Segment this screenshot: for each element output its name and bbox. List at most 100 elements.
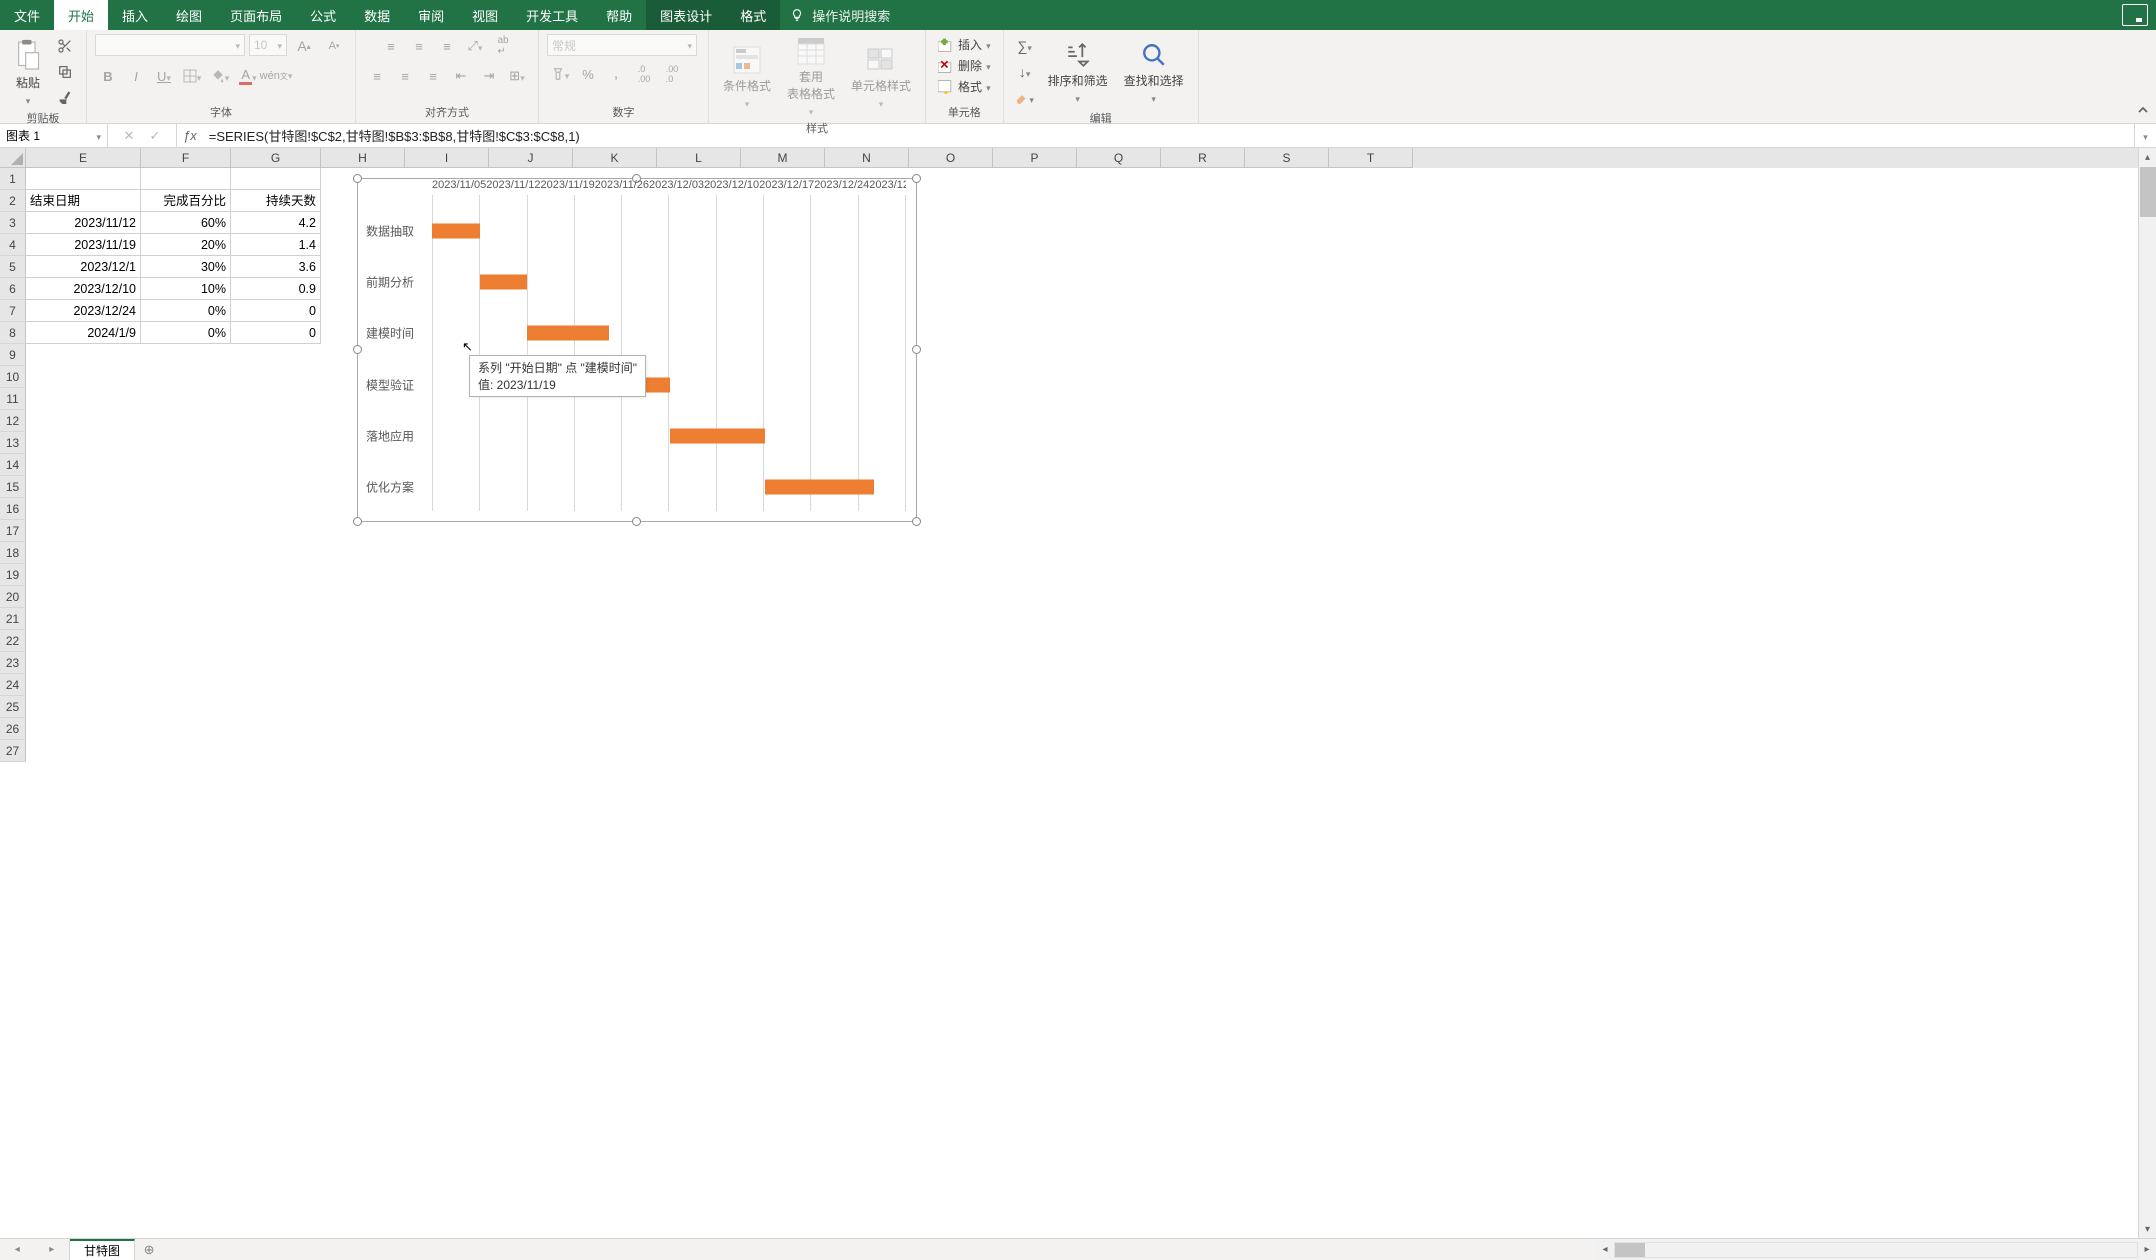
cell[interactable]	[1161, 432, 1245, 454]
cell-style-button[interactable]: 单元格样式	[845, 43, 917, 112]
cell[interactable]	[741, 608, 825, 630]
cell[interactable]	[825, 696, 909, 718]
cell[interactable]	[141, 366, 231, 388]
cell[interactable]	[1245, 520, 1329, 542]
col-header-I[interactable]: I	[405, 148, 489, 168]
row-header-7[interactable]: 7	[0, 300, 26, 322]
cell[interactable]	[1245, 454, 1329, 476]
cell[interactable]	[405, 542, 489, 564]
cell[interactable]	[231, 168, 321, 190]
cell[interactable]	[1077, 630, 1161, 652]
cell[interactable]	[141, 586, 231, 608]
cell[interactable]	[1329, 190, 1413, 212]
cell[interactable]	[741, 696, 825, 718]
cell[interactable]	[1245, 564, 1329, 586]
cell[interactable]	[1329, 454, 1413, 476]
cell[interactable]	[825, 542, 909, 564]
col-header-N[interactable]: N	[825, 148, 909, 168]
cell[interactable]	[1329, 256, 1413, 278]
cell[interactable]	[993, 366, 1077, 388]
cell[interactable]	[657, 586, 741, 608]
expand-fx-button[interactable]	[2134, 124, 2156, 147]
cell[interactable]	[1329, 234, 1413, 256]
align-left-button[interactable]: ≡	[364, 64, 390, 88]
cell[interactable]	[1077, 190, 1161, 212]
cell[interactable]	[909, 388, 993, 410]
cell[interactable]: 10%	[141, 278, 231, 300]
comma-button[interactable]: ,	[603, 62, 629, 86]
cell[interactable]	[26, 674, 141, 696]
cell[interactable]	[993, 234, 1077, 256]
cell[interactable]	[321, 608, 405, 630]
format-button[interactable]: 格式	[934, 76, 995, 97]
row-header-15[interactable]: 15	[0, 476, 26, 498]
cell[interactable]	[1329, 476, 1413, 498]
cell[interactable]	[909, 674, 993, 696]
cell[interactable]	[141, 388, 231, 410]
cell[interactable]	[993, 388, 1077, 410]
cell[interactable]	[321, 696, 405, 718]
cell[interactable]	[657, 630, 741, 652]
cell[interactable]: 4.2	[231, 212, 321, 234]
tab-format[interactable]: 格式	[726, 0, 780, 30]
cell[interactable]	[657, 542, 741, 564]
cell[interactable]	[1245, 278, 1329, 300]
paste-button[interactable]: 粘贴	[8, 36, 48, 109]
cell[interactable]	[573, 564, 657, 586]
cell[interactable]	[909, 212, 993, 234]
delete-button[interactable]: 删除	[934, 55, 995, 76]
cell[interactable]	[141, 520, 231, 542]
cell[interactable]	[1077, 366, 1161, 388]
cond-format-button[interactable]: 条件格式	[717, 43, 777, 112]
indent-dec-button[interactable]: ⇤	[448, 64, 474, 88]
cell[interactable]	[1245, 630, 1329, 652]
cell[interactable]	[1161, 586, 1245, 608]
cell[interactable]	[1077, 718, 1161, 740]
cell[interactable]	[1077, 344, 1161, 366]
cell[interactable]	[141, 476, 231, 498]
wrap-button[interactable]: ab↵	[490, 34, 516, 58]
cell[interactable]	[909, 476, 993, 498]
cell[interactable]	[909, 696, 993, 718]
cell[interactable]	[993, 454, 1077, 476]
cell[interactable]	[993, 740, 1077, 762]
cell[interactable]: 0.9	[231, 278, 321, 300]
underline-button[interactable]: U	[151, 64, 177, 88]
cell[interactable]: 持续天数	[231, 190, 321, 212]
fx-icon[interactable]: ƒx	[177, 124, 203, 147]
cell[interactable]	[489, 586, 573, 608]
cell[interactable]	[26, 388, 141, 410]
col-header-E[interactable]: E	[26, 148, 141, 168]
border-button[interactable]	[179, 64, 205, 88]
align-middle-button[interactable]: ≡	[406, 34, 432, 58]
orient-button[interactable]: ⤢	[462, 34, 488, 58]
chart-bar[interactable]	[670, 429, 765, 444]
cell[interactable]	[909, 256, 993, 278]
cell[interactable]	[231, 608, 321, 630]
col-header-P[interactable]: P	[993, 148, 1077, 168]
scroll-right-button[interactable]: ▸	[2138, 1244, 2156, 1255]
cell[interactable]	[657, 608, 741, 630]
cell[interactable]	[1245, 366, 1329, 388]
cell[interactable]	[26, 652, 141, 674]
cell[interactable]	[405, 630, 489, 652]
chart-bar[interactable]	[527, 326, 609, 341]
sort-filter-button[interactable]: 排序和筛选	[1042, 38, 1114, 107]
tab-data[interactable]: 数据	[350, 0, 404, 30]
cell[interactable]	[489, 740, 573, 762]
row-header-12[interactable]: 12	[0, 410, 26, 432]
font-name-combo[interactable]	[95, 34, 245, 56]
cell[interactable]	[657, 520, 741, 542]
cell[interactable]	[1161, 344, 1245, 366]
cell[interactable]: 完成百分比	[141, 190, 231, 212]
col-header-T[interactable]: T	[1329, 148, 1413, 168]
cut-button[interactable]	[52, 34, 78, 58]
cell[interactable]	[825, 674, 909, 696]
cell[interactable]	[1077, 212, 1161, 234]
cell[interactable]	[141, 564, 231, 586]
cell[interactable]	[141, 674, 231, 696]
cell[interactable]	[1245, 212, 1329, 234]
cell[interactable]	[26, 454, 141, 476]
cell[interactable]	[1329, 432, 1413, 454]
cell[interactable]	[993, 410, 1077, 432]
